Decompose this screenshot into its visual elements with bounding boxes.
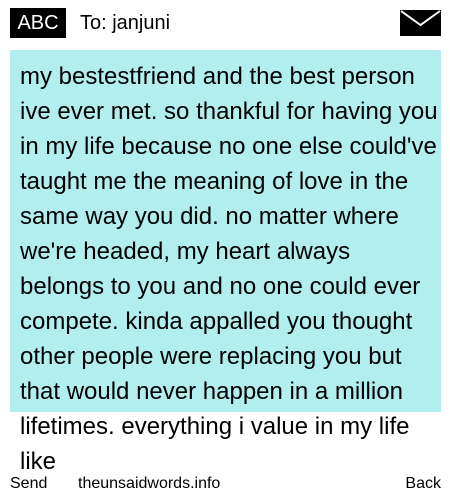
back-button[interactable]: Back <box>405 474 441 494</box>
envelope-icon <box>400 10 441 36</box>
recipient-label: To: janjuni <box>80 12 171 34</box>
softkey-bar: Send theunsaidwords.info Back <box>0 472 450 500</box>
header-bar: ABC To: janjuni <box>0 0 450 50</box>
input-mode-badge[interactable]: ABC <box>10 8 66 38</box>
send-button[interactable]: Send <box>10 474 47 494</box>
site-watermark: theunsaidwords.info <box>78 475 221 492</box>
message-body[interactable]: my bestestfriend and the best person ive… <box>20 59 440 479</box>
